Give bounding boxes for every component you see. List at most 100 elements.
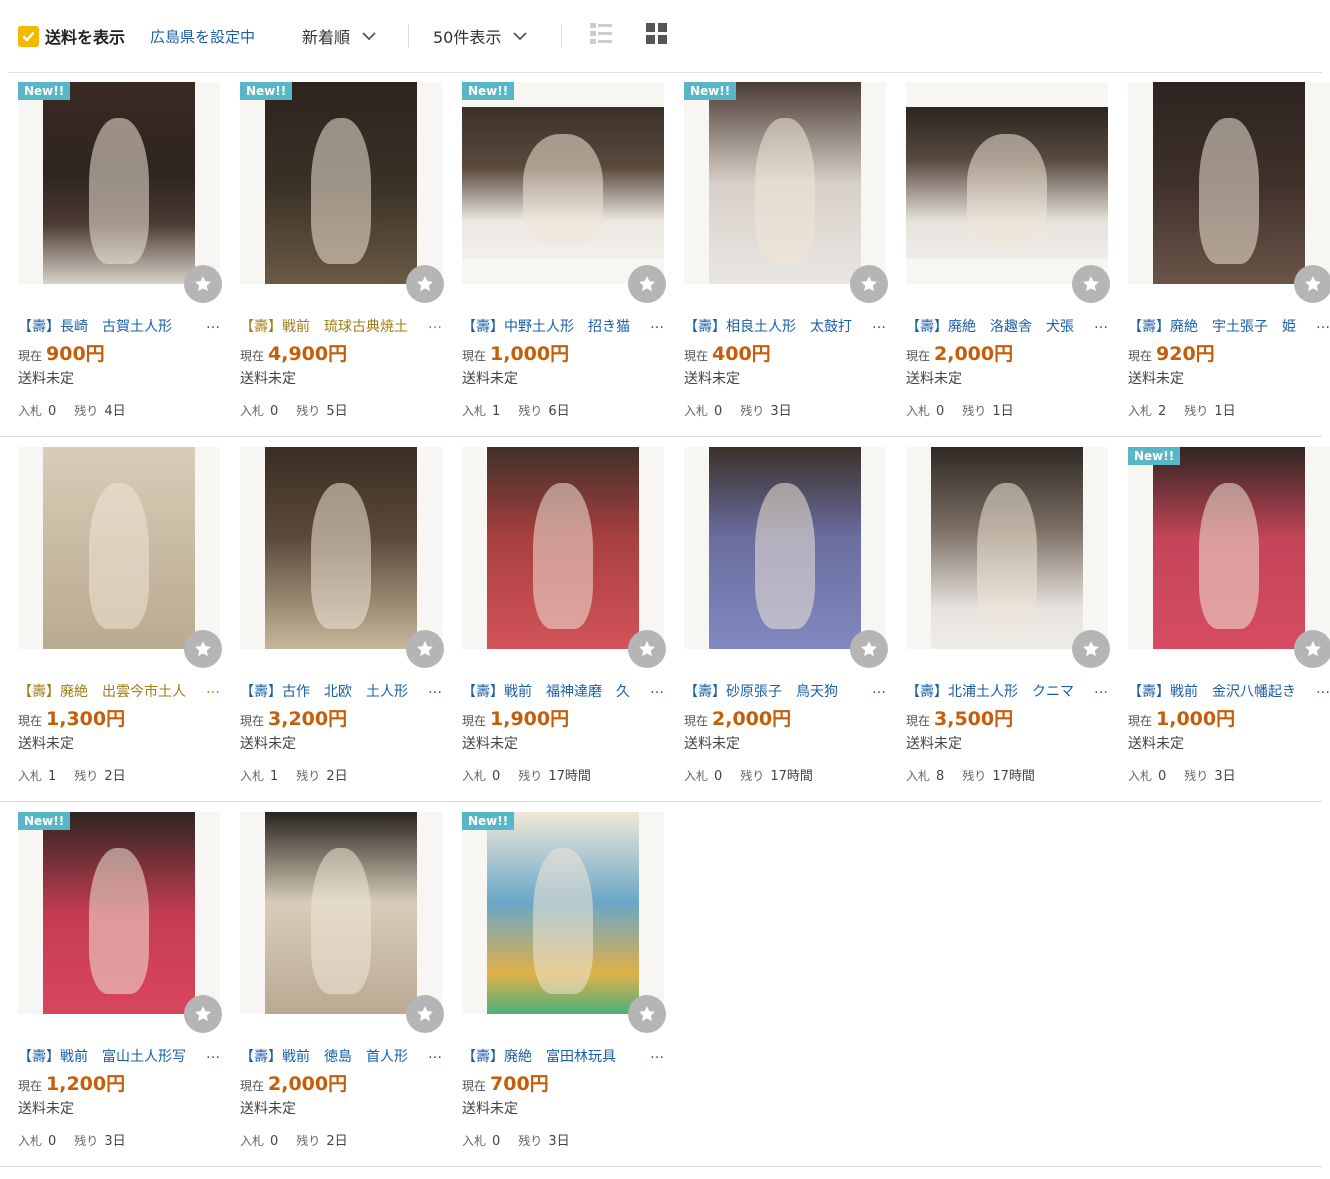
- product-thumbnail[interactable]: [906, 447, 1108, 649]
- title-ellipsis: …: [204, 1046, 220, 1062]
- doll-figure: [88, 118, 150, 264]
- product-title-text: 【壽】戦前 金沢八幡起き: [1128, 684, 1296, 700]
- product-card[interactable]: 【壽】廃絶 出雲今市土人 … 現在 1,300円 送料未定 入札 1 残り 2日: [18, 447, 222, 795]
- product-title-link[interactable]: 【壽】廃絶 宇土張子 姫…: [1128, 316, 1330, 336]
- watchlist-star-icon[interactable]: [850, 630, 888, 668]
- product-card[interactable]: New!! 【壽】戦前 富山土人形写 … 現在 1,200円 送料未定 入札 0 残り 3日: [18, 812, 222, 1160]
- remaining-label: 残り: [296, 1134, 321, 1148]
- product-card[interactable]: 【壽】戦前 福神達磨 久 … 現在 1,900円 送料未定 入札 0 残り 17時間: [462, 447, 666, 795]
- watchlist-star-icon[interactable]: [628, 265, 666, 303]
- product-thumbnail[interactable]: [240, 812, 442, 1014]
- product-title-link[interactable]: 【壽】戦前 福神達磨 久…: [462, 681, 664, 701]
- bid-count: 0: [714, 769, 723, 784]
- bid-count: 0: [48, 1134, 57, 1149]
- product-title-link[interactable]: 【壽】砂原張子 鳥天狗 …: [684, 681, 886, 701]
- title-ellipsis: …: [1314, 681, 1330, 697]
- per-page-select[interactable]: 50件表示: [433, 24, 528, 48]
- product-thumbnail[interactable]: [906, 82, 1108, 284]
- current-price: 400円: [712, 343, 771, 365]
- product-thumbnail[interactable]: [240, 447, 442, 649]
- watchlist-star-icon[interactable]: [184, 995, 222, 1033]
- watchlist-star-icon[interactable]: [184, 265, 222, 303]
- product-card[interactable]: New!! 【壽】相良土人形 太鼓打 … 現在 400円 送料未定 入札 0 残り 3日: [684, 82, 888, 430]
- list-view-icon[interactable]: [590, 23, 612, 49]
- product-card[interactable]: 【壽】廃絶 宇土張子 姫 … 現在 920円 送料未定 入札 2 残り 1日: [1128, 82, 1330, 430]
- time-remaining: 2日: [326, 1134, 348, 1149]
- product-card[interactable]: New!! 【壽】中野土人形 招き猫 … 現在 1,000円 送料未定 入札 1 残り 6日: [462, 82, 666, 430]
- watchlist-star-icon[interactable]: [1294, 630, 1330, 668]
- product-title-link[interactable]: 【壽】廃絶 洛趣舎 犬張…: [906, 316, 1108, 336]
- product-title-text: 【壽】北浦土人形 クニマ: [906, 684, 1074, 700]
- remaining-label: 残り: [518, 404, 543, 418]
- bid-count: 0: [1158, 769, 1167, 784]
- watchlist-star-icon[interactable]: [406, 995, 444, 1033]
- bids-label: 入札: [1128, 404, 1153, 418]
- remaining-label: 残り: [296, 404, 321, 418]
- product-card[interactable]: New!! 【壽】戦前 金沢八幡起き … 現在 1,000円 送料未定 入札 0 残り 3日: [1128, 447, 1330, 795]
- doll-figure: [88, 848, 150, 994]
- remaining-label: 残り: [518, 1134, 543, 1148]
- watchlist-star-icon[interactable]: [184, 630, 222, 668]
- show-shipping-toggle[interactable]: 送料を表示: [18, 0, 125, 72]
- product-thumbnail[interactable]: New!!: [1128, 447, 1330, 649]
- product-title-link[interactable]: 【壽】廃絶 富田林玩具 …: [462, 1046, 664, 1066]
- time-remaining: 4日: [104, 404, 126, 419]
- watchlist-star-icon[interactable]: [628, 995, 666, 1033]
- watchlist-star-icon[interactable]: [406, 265, 444, 303]
- product-title-link[interactable]: 【壽】北浦土人形 クニマ…: [906, 681, 1108, 701]
- product-title-link[interactable]: 【壽】廃絶 出雲今市土人…: [18, 681, 220, 701]
- product-title-link[interactable]: 【壽】戦前 琉球古典焼土…: [240, 316, 442, 336]
- watchlist-star-icon[interactable]: [1294, 265, 1330, 303]
- product-thumbnail[interactable]: [684, 447, 886, 649]
- product-card[interactable]: New!! 【壽】廃絶 富田林玩具 … 現在 700円 送料未定 入札 0 残り 3日: [462, 812, 666, 1160]
- product-card[interactable]: New!! 【壽】戦前 琉球古典焼土 … 現在 4,900円 送料未定 入札 0 残り 5日: [240, 82, 444, 430]
- product-thumbnail[interactable]: New!!: [462, 82, 664, 284]
- product-thumbnail[interactable]: [18, 447, 220, 649]
- price-row: 現在 2,000円: [240, 1069, 347, 1096]
- prefecture-link[interactable]: 広島県を設定中: [150, 26, 255, 47]
- product-card[interactable]: 【壽】戦前 徳島 首人形 … 現在 2,000円 送料未定 入札 0 残り 2日: [240, 812, 444, 1160]
- bids-label: 入札: [684, 404, 709, 418]
- product-thumbnail[interactable]: [1128, 82, 1330, 284]
- product-title-link[interactable]: 【壽】長崎 古賀土人形 …: [18, 316, 220, 336]
- product-card[interactable]: 【壽】砂原張子 鳥天狗 … 現在 2,000円 送料未定 入札 0 残り 17時間: [684, 447, 888, 795]
- product-thumbnail[interactable]: New!!: [462, 812, 664, 1014]
- watchlist-star-icon[interactable]: [406, 630, 444, 668]
- product-title-link[interactable]: 【壽】相良土人形 太鼓打…: [684, 316, 886, 336]
- sort-select[interactable]: 新着順: [302, 24, 376, 48]
- product-card[interactable]: 【壽】廃絶 洛趣舎 犬張 … 現在 2,000円 送料未定 入札 0 残り 1日: [906, 82, 1110, 430]
- product-title-link[interactable]: 【壽】中野土人形 招き猫…: [462, 316, 664, 336]
- product-title-link[interactable]: 【壽】古作 北欧 土人形…: [240, 681, 442, 701]
- product-card[interactable]: 【壽】古作 北欧 土人形 … 現在 3,200円 送料未定 入札 1 残り 2日: [240, 447, 444, 795]
- new-badge: New!!: [1128, 447, 1181, 465]
- watchlist-star-icon[interactable]: [1072, 630, 1110, 668]
- remaining-label: 残り: [740, 769, 765, 783]
- product-title-link[interactable]: 【壽】戦前 富山土人形写…: [18, 1046, 220, 1066]
- doll-figure: [532, 483, 594, 629]
- time-remaining: 17時間: [548, 769, 591, 784]
- doll-figure: [310, 483, 372, 629]
- product-title-link[interactable]: 【壽】戦前 徳島 首人形…: [240, 1046, 442, 1066]
- watchlist-star-icon[interactable]: [1072, 265, 1110, 303]
- grid-view-icon[interactable]: [646, 23, 668, 49]
- product-thumbnail[interactable]: New!!: [240, 82, 442, 284]
- shipping-status: 送料未定: [240, 736, 296, 752]
- doll-figure: [310, 848, 372, 994]
- current-price: 3,200円: [268, 708, 348, 730]
- product-thumbnail[interactable]: [462, 447, 664, 649]
- product-thumbnail[interactable]: New!!: [684, 82, 886, 284]
- new-badge: New!!: [684, 82, 737, 100]
- watchlist-star-icon[interactable]: [850, 265, 888, 303]
- bids-label: 入札: [18, 769, 43, 783]
- price-row: 現在 1,000円: [462, 339, 569, 366]
- product-title-link[interactable]: 【壽】戦前 金沢八幡起き …: [1128, 681, 1330, 701]
- product-card[interactable]: 【壽】北浦土人形 クニマ … 現在 3,500円 送料未定 入札 8 残り 17時間: [906, 447, 1110, 795]
- price-row: 現在 1,000円: [1128, 704, 1235, 731]
- product-card[interactable]: New!! 【壽】長崎 古賀土人形 … 現在 900円 送料未定 入札 0 残り 4日: [18, 82, 222, 430]
- sort-select-value: 新着順: [302, 28, 351, 47]
- product-thumbnail[interactable]: New!!: [18, 812, 220, 1014]
- checkbox-checked-icon[interactable]: [18, 25, 39, 47]
- watchlist-star-icon[interactable]: [628, 630, 666, 668]
- product-thumbnail[interactable]: New!!: [18, 82, 220, 284]
- title-ellipsis: …: [204, 681, 220, 697]
